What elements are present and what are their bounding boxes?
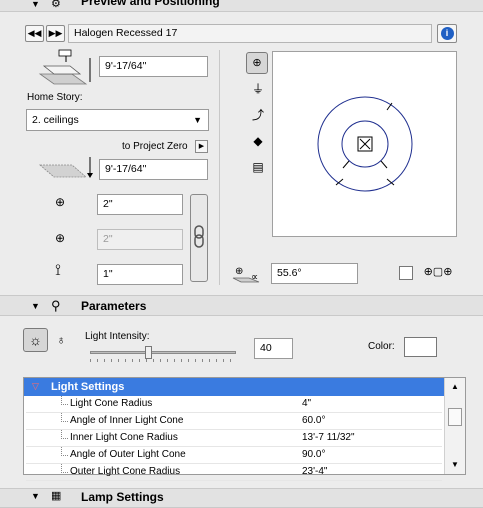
preview-section-title: Preview and Positioning (81, 0, 220, 8)
top-elevation-field[interactable]: 9'-17/64" (99, 56, 208, 77)
light-on-toggle-button[interactable]: ☼ (23, 328, 48, 352)
elevation-view-button[interactable]: ⤴ (249, 106, 267, 124)
tree-guide (61, 413, 68, 422)
elevation-to-story-icon (38, 49, 91, 85)
row-name: Outer Light Cone Radius (70, 466, 181, 477)
row-value[interactable]: 4" (302, 398, 311, 409)
lightbulb-off-icon: ♁ (56, 333, 66, 347)
preview-section-icon: ⚙ (51, 0, 61, 10)
table-row[interactable]: Angle of Outer Light Cone 90.0° (26, 447, 442, 464)
angle-field[interactable]: 55.6° (271, 263, 358, 284)
slider-track (90, 351, 236, 354)
table-row[interactable]: Light Cone Radius 4" (26, 396, 442, 413)
slider-ticks (90, 359, 236, 362)
expand-triangle-icon[interactable]: ▽ (32, 381, 39, 392)
lamp-section-header[interactable]: ▼ ▦ Lamp Settings (0, 488, 483, 508)
tree-guide (61, 447, 68, 456)
preview-section-header[interactable]: ▼ ⚙ Preview and Positioning (0, 0, 483, 12)
elevation-view-icon: ⤴ (251, 108, 264, 122)
mirror-checkbox[interactable] (399, 266, 413, 280)
preview-divider (219, 50, 220, 285)
color-label: Color: (368, 341, 395, 352)
scroll-up-arrow-icon[interactable]: ▲ (451, 382, 459, 391)
preview-canvas[interactable] (272, 51, 457, 237)
to-project-zero-label: to Project Zero (122, 141, 188, 152)
collapse-triangle-icon[interactable]: ▼ (31, 301, 40, 311)
offset-x-field[interactable]: 2" (97, 194, 183, 215)
offset-y-field: 2" (97, 229, 183, 250)
light-intensity-field[interactable]: 40 (254, 338, 293, 359)
lightbulb-on-icon: ☼ (29, 332, 42, 348)
home-story-select[interactable]: 2. ceilings ▼ (26, 109, 209, 131)
row-value[interactable]: 60.0° (302, 415, 325, 426)
home-story-value: 2. ceilings (32, 114, 79, 126)
plan-view-icon: ⊕ (252, 57, 262, 69)
home-story-label: Home Story: (27, 92, 83, 103)
parameters-section-header[interactable]: ▼ ⚲ Parameters (0, 295, 483, 316)
offset-x-icon: ⊕ (54, 195, 66, 209)
project-zero-toggle-button[interactable]: ▶ (195, 140, 208, 153)
tree-guide (61, 430, 68, 439)
height-icon: ⟟ (55, 262, 61, 279)
info-icon: i (440, 27, 454, 40)
chain-link-icon (194, 225, 204, 248)
rotation-angle-icon: ⊕ ∝ (232, 266, 260, 283)
plan-view-button[interactable]: ⊕ (246, 52, 268, 74)
light-intensity-label: Light Intensity: (85, 331, 150, 342)
offset-y-icon: ⊕ (54, 231, 66, 245)
previous-object-button[interactable]: ◀◀ (25, 25, 44, 42)
rendering-view-button[interactable]: ▤ (249, 158, 267, 176)
light-off-toggle-button[interactable]: ♁ (52, 331, 70, 349)
svg-text:⊕: ⊕ (235, 266, 243, 277)
row-name: Inner Light Cone Radius (70, 432, 178, 443)
elevation-to-project-zero-icon (38, 157, 93, 178)
height-field[interactable]: 1" (97, 264, 183, 285)
parameters-section-icon: ⚲ (51, 298, 61, 313)
table-row[interactable]: Inner Light Cone Radius 13'-7 11/32" (26, 430, 442, 447)
tree-guide (61, 464, 68, 473)
collapse-triangle-icon[interactable]: ▼ (31, 491, 40, 501)
tree-guide (61, 396, 68, 405)
next-object-button[interactable]: ▶▶ (46, 25, 65, 42)
row-name: Angle of Inner Light Cone (70, 415, 184, 426)
section-view-button[interactable]: ⏚ (249, 80, 267, 98)
light-settings-header-label: Light Settings (51, 381, 125, 393)
object-name-field: Halogen Recessed 17 (68, 24, 432, 43)
color-swatch-button[interactable] (404, 337, 437, 357)
light-intensity-slider[interactable] (90, 346, 236, 362)
info-button[interactable]: i (437, 24, 457, 43)
film-icon: ▤ (252, 160, 264, 174)
mirror-icon: ⊕▢⊕ (423, 266, 453, 278)
table-scrollbar[interactable]: ▲ ▼ (444, 378, 465, 474)
row-value[interactable]: 90.0° (302, 449, 325, 460)
link-offsets-button[interactable] (190, 194, 208, 282)
parameters-section-title: Parameters (81, 299, 147, 313)
row-value[interactable]: 13'-7 11/32" (302, 432, 355, 443)
lamp-section-icon: ▦ (51, 490, 62, 502)
scroll-thumb[interactable] (448, 408, 462, 426)
scroll-down-arrow-icon[interactable]: ▼ (451, 460, 459, 469)
row-value[interactable]: 23'-4" (302, 466, 327, 477)
project-zero-elevation-field[interactable]: 9'-17/64" (99, 159, 208, 180)
chevron-down-icon: ▼ (193, 115, 202, 125)
3d-view-button[interactable]: ◆ (249, 132, 267, 150)
row-name: Angle of Outer Light Cone (70, 449, 186, 460)
svg-text:∝: ∝ (251, 272, 258, 283)
cube-icon: ◆ (253, 134, 263, 148)
lamp-section-title: Lamp Settings (81, 490, 164, 504)
table-row[interactable]: Angle of Inner Light Cone 60.0° (26, 413, 442, 430)
section-view-icon: ⏚ (251, 82, 264, 96)
row-name: Light Cone Radius (70, 398, 153, 409)
light-settings-header-row[interactable]: ▽ Light Settings (24, 378, 444, 396)
slider-thumb[interactable] (145, 346, 152, 359)
collapse-triangle-icon[interactable]: ▼ (31, 0, 40, 9)
light-plan-preview (317, 96, 413, 192)
table-row[interactable]: Outer Light Cone Radius 23'-4" (26, 464, 442, 481)
